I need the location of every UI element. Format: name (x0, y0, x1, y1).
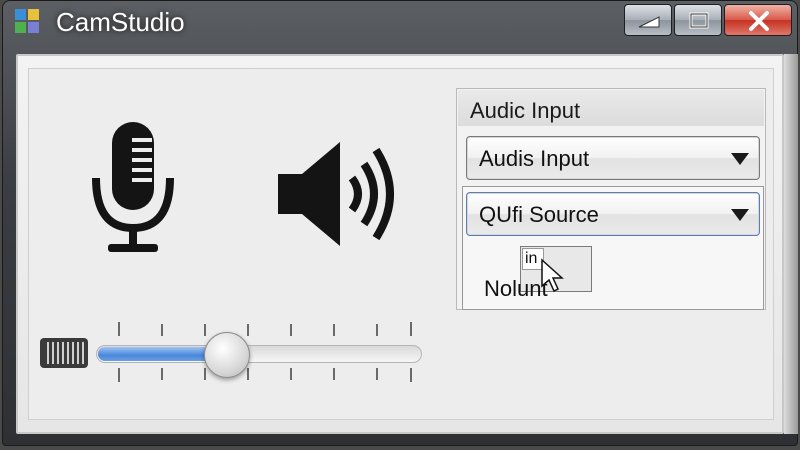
slider-tick (118, 322, 120, 336)
close-icon (749, 11, 769, 31)
maximize-icon (689, 12, 709, 29)
window-title: CamStudio (56, 7, 185, 37)
slider-tick (410, 368, 412, 382)
title-bar[interactable]: CamStudio (2, 0, 798, 50)
slider-tick (376, 368, 378, 380)
microphone-icon (92, 122, 174, 252)
chevron-down-icon (731, 209, 749, 221)
slider-tick (118, 368, 120, 382)
slider-tick (290, 368, 292, 380)
slider-tick (290, 324, 292, 336)
count-label: Nolunt (484, 276, 548, 301)
chevron-down-icon (731, 153, 749, 165)
minimize-button[interactable] (624, 4, 672, 36)
slider-tick (204, 368, 206, 380)
camstudio-app-icon (14, 8, 40, 34)
slider-tick (247, 324, 249, 336)
minimize-icon (638, 16, 660, 28)
slider-tick (161, 368, 163, 380)
panel-title: Audic Input (470, 98, 581, 123)
mouse-cursor-icon (541, 258, 564, 293)
slider-tick (247, 368, 249, 380)
slider-tick (204, 324, 206, 336)
slider-thumb[interactable] (204, 332, 250, 378)
slider-tick (410, 322, 412, 336)
dropdown-selected-value: QUfi Source (479, 202, 599, 227)
dropdown-selected-value: Audis Input (479, 146, 590, 171)
maximize-button[interactable] (674, 4, 722, 36)
slider-tick (376, 324, 378, 336)
slider-tick (161, 324, 163, 336)
audio-input-dropdown[interactable]: Audis Input (466, 136, 760, 180)
slider-tick (333, 368, 335, 380)
audio-source-dropdown[interactable]: QUfi Source (466, 192, 760, 236)
speaker-volume-icon (278, 142, 394, 246)
window-edge (784, 54, 798, 434)
close-button[interactable] (724, 4, 792, 36)
slider-tick (333, 324, 335, 336)
